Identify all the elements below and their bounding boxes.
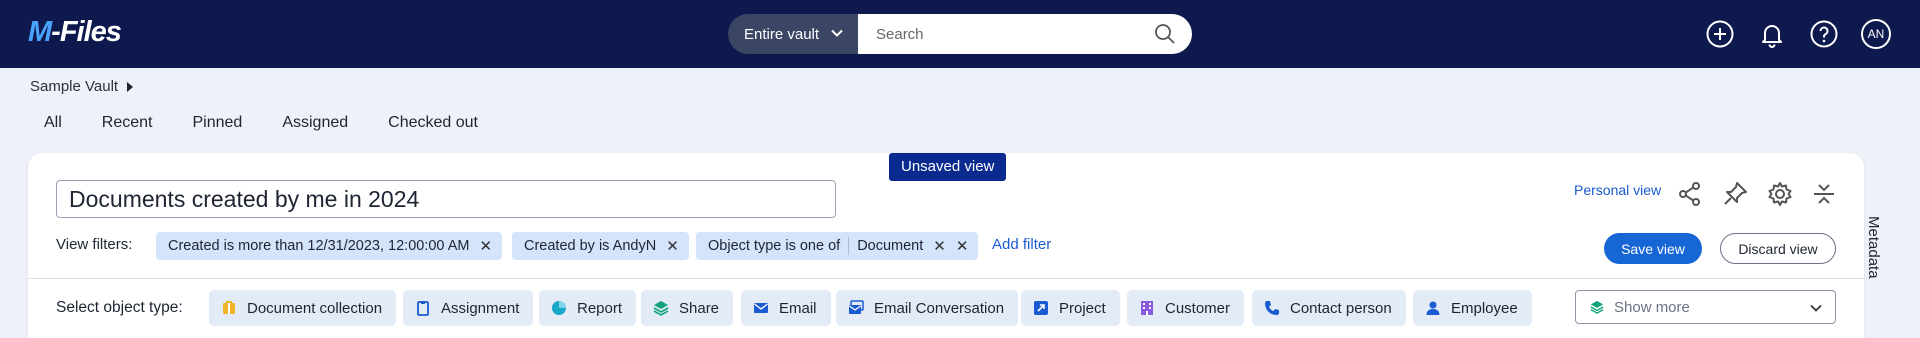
chip-separator xyxy=(848,237,850,255)
save-view-button[interactable]: Save view xyxy=(1604,233,1702,264)
object-type-project[interactable]: Project xyxy=(1021,290,1120,326)
close-icon[interactable]: ✕ xyxy=(956,237,969,255)
object-type-email[interactable]: Email xyxy=(741,290,831,326)
settings-gear-icon[interactable] xyxy=(1766,180,1794,208)
object-type-employee[interactable]: Employee xyxy=(1413,290,1532,326)
collapse-icon[interactable] xyxy=(1810,180,1838,208)
object-type-label: Email Conversation xyxy=(874,299,1005,317)
object-type-share[interactable]: Share xyxy=(641,290,734,326)
filter-chip-label: Created by is AndyN xyxy=(524,238,657,254)
object-type-label: Share xyxy=(679,299,720,317)
add-filter-link[interactable]: Add filter xyxy=(992,236,1051,253)
tab-assigned[interactable]: Assigned xyxy=(282,114,348,132)
unsaved-view-badge: Unsaved view xyxy=(889,153,1007,181)
close-icon[interactable]: ✕ xyxy=(479,237,492,255)
email-conversation-icon xyxy=(849,300,864,314)
object-type-label: Document collection xyxy=(247,299,383,317)
object-type-label: Project xyxy=(1059,299,1106,317)
help-icon[interactable] xyxy=(1809,19,1839,49)
caret-right-icon[interactable] xyxy=(126,81,134,92)
object-type-contact-person[interactable]: Contact person xyxy=(1252,290,1406,326)
divider xyxy=(28,278,1864,279)
view-title-field[interactable] xyxy=(56,180,836,218)
search-box xyxy=(858,14,1192,54)
customer-icon xyxy=(1141,301,1153,315)
breadcrumb: Sample Vault xyxy=(30,78,134,95)
object-type-label: Report xyxy=(577,299,623,317)
object-type-label: Select object type: xyxy=(56,299,183,316)
search-input[interactable] xyxy=(876,25,1136,43)
filter-chip-label: Object type is one of xyxy=(708,238,841,254)
share-layers-icon xyxy=(1590,300,1604,314)
search-icon[interactable] xyxy=(1154,23,1176,45)
user-avatar[interactable]: AN xyxy=(1861,19,1891,49)
object-type-label: Customer xyxy=(1165,299,1231,317)
view-tabs: All Recent Pinned Assigned Checked out xyxy=(44,114,518,132)
object-type-email-conversation[interactable]: Email Conversation xyxy=(836,290,1019,326)
assignment-icon xyxy=(417,301,429,316)
object-type-label: Assignment xyxy=(441,299,520,317)
chevron-down-icon xyxy=(1810,304,1822,312)
search-scope-dropdown[interactable]: Entire vault xyxy=(728,14,858,54)
object-type-report[interactable]: Report xyxy=(539,290,637,326)
contact-person-icon xyxy=(1265,301,1279,315)
filter-chip-value[interactable]: Document xyxy=(857,238,923,254)
app-logo[interactable]: M-Files xyxy=(28,16,122,49)
object-type-customer[interactable]: Customer xyxy=(1127,290,1245,326)
personal-view-link[interactable]: Personal view xyxy=(1574,182,1661,198)
filter-chip[interactable]: Created by is AndyN ✕ xyxy=(512,232,689,260)
share-layers-icon xyxy=(653,301,669,316)
object-type-label: Contact person xyxy=(1290,299,1392,317)
document-collection-icon xyxy=(223,301,235,314)
tab-pinned[interactable]: Pinned xyxy=(192,114,242,132)
add-icon[interactable] xyxy=(1705,19,1735,49)
metadata-panel-tab[interactable]: Metadata xyxy=(1865,216,1882,279)
top-bar: M-Files Entire vault AN xyxy=(0,0,1920,68)
notifications-bell-icon[interactable] xyxy=(1757,19,1787,49)
object-type-assignment[interactable]: Assignment xyxy=(403,290,534,326)
view-filters-label: View filters: xyxy=(56,236,133,253)
filter-chip[interactable]: Created is more than 12/31/2023, 12:00:0… xyxy=(156,232,503,260)
show-more-dropdown[interactable]: Show more xyxy=(1575,290,1836,324)
discard-view-button[interactable]: Discard view xyxy=(1720,233,1836,264)
share-icon[interactable] xyxy=(1676,180,1704,208)
tab-all[interactable]: All xyxy=(44,114,62,132)
breadcrumb-vault[interactable]: Sample Vault xyxy=(30,78,118,95)
report-icon xyxy=(552,301,566,315)
project-icon xyxy=(1034,301,1048,315)
close-icon[interactable]: ✕ xyxy=(666,237,679,255)
search-scope-label: Entire vault xyxy=(744,25,820,43)
object-type-label: Email xyxy=(779,299,817,317)
pin-icon[interactable] xyxy=(1721,180,1749,208)
object-type-label: Employee xyxy=(1451,299,1518,317)
show-more-label: Show more xyxy=(1614,298,1690,316)
object-type-document-collection[interactable]: Document collection xyxy=(209,290,397,326)
chevron-down-icon xyxy=(831,29,843,37)
filter-chip-label: Created is more than 12/31/2023, 12:00:0… xyxy=(168,238,470,254)
close-icon[interactable]: ✕ xyxy=(933,237,946,255)
tab-recent[interactable]: Recent xyxy=(102,114,153,132)
email-icon xyxy=(754,303,768,313)
employee-icon xyxy=(1426,301,1440,315)
tab-checked-out[interactable]: Checked out xyxy=(388,114,478,132)
filter-chip[interactable]: Object type is one of Document ✕ ✕ xyxy=(696,232,979,260)
